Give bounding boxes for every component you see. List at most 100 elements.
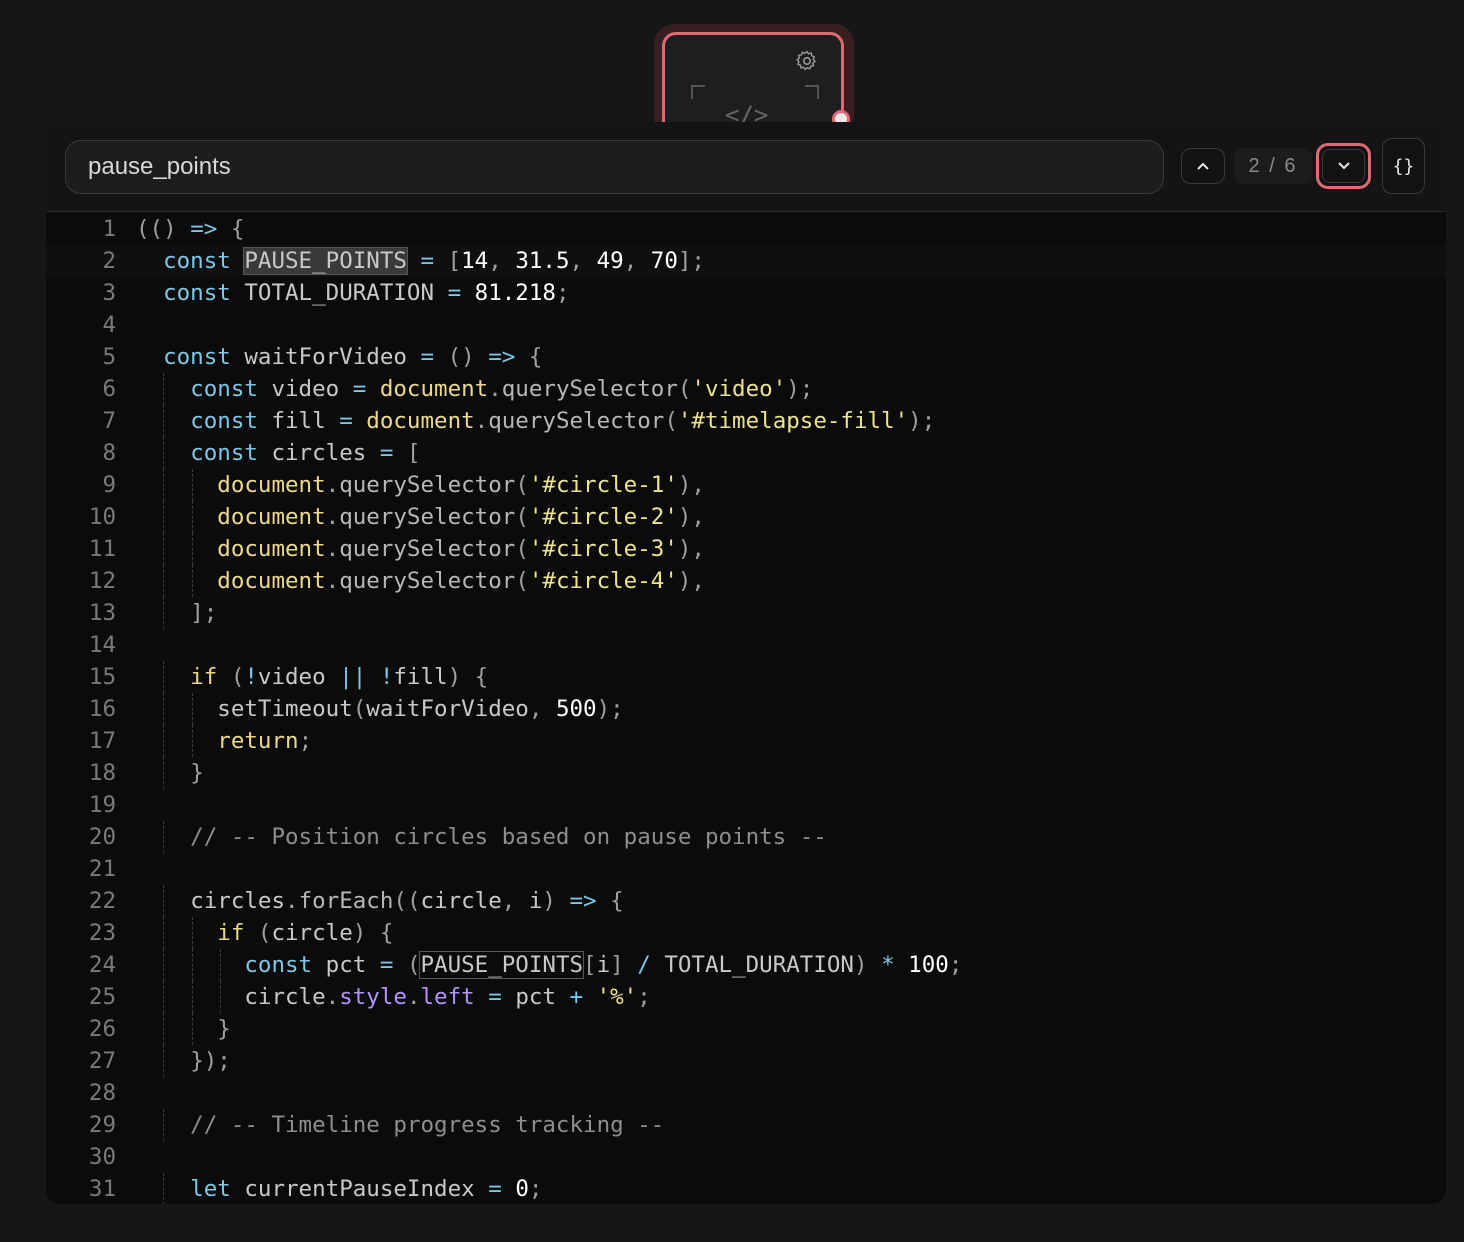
code-line[interactable]: 16 setTimeout(waitForVideo, 500);	[46, 693, 1446, 725]
code-line[interactable]: 9 document.querySelector('#circle-1'),	[46, 469, 1446, 501]
line-number: 29	[88, 1112, 116, 1138]
line-number: 27	[88, 1048, 116, 1074]
code-line[interactable]: 20 // -- Position circles based on pause…	[46, 821, 1446, 853]
line-number: 2	[102, 248, 116, 274]
line-number: 12	[88, 568, 116, 594]
line-number: 9	[102, 472, 116, 498]
line-number: 1	[102, 216, 116, 242]
previous-match-button[interactable]	[1181, 148, 1225, 184]
code-text: return;	[217, 728, 313, 754]
line-number: 20	[88, 824, 116, 850]
code-text: circle.style.left = pct + '%';	[244, 984, 651, 1010]
code-text: // -- Timeline progress tracking --	[136, 1112, 665, 1138]
search-input[interactable]	[65, 140, 1164, 194]
code-text: let currentPauseIndex = 0;	[190, 1176, 543, 1202]
code-text: // -- Position circles based on pause po…	[136, 824, 827, 850]
code-text: const video = document.querySelector('vi…	[190, 376, 814, 402]
code-line[interactable]: 6 const video = document.querySelector('…	[46, 373, 1446, 405]
code-editor-panel: 2 / 6 {} 1 (() => { 2 const PAUSE_POINTS =…	[46, 122, 1446, 1204]
code-text: setTimeout(waitForVideo, 500);	[217, 696, 624, 722]
code-text: (() => {	[136, 216, 245, 242]
line-number: 7	[102, 408, 116, 434]
code-line[interactable]: 31 let currentPauseIndex = 0;	[46, 1173, 1446, 1204]
next-match-button[interactable]	[1316, 143, 1371, 189]
code-text: circles.forEach((circle, i) => {	[190, 888, 624, 914]
match-counter: 2 / 6	[1234, 148, 1312, 184]
chevron-up-icon	[1197, 162, 1209, 170]
code-text: const fill = document.querySelector('#ti…	[190, 408, 936, 434]
line-number: 13	[88, 600, 116, 626]
code-line[interactable]: 25 circle.style.left = pct + '%';	[46, 981, 1446, 1013]
line-number: 10	[88, 504, 116, 530]
line-number: 8	[102, 440, 116, 466]
code-text: }	[217, 1016, 231, 1042]
code-line[interactable]: 28	[46, 1077, 1446, 1109]
code-line[interactable]: 27 });	[46, 1045, 1446, 1077]
code-text: }	[190, 760, 204, 786]
line-number: 22	[88, 888, 116, 914]
line-number: 25	[88, 984, 116, 1010]
search-bar: 2 / 6 {}	[46, 122, 1446, 212]
code-line[interactable]: 29 // -- Timeline progress tracking --	[46, 1109, 1446, 1141]
code-text: const waitForVideo = () => {	[163, 344, 543, 370]
code-text: document.querySelector('#circle-4'),	[217, 568, 705, 594]
line-number: 30	[88, 1144, 116, 1170]
line-number: 28	[88, 1080, 116, 1106]
code-text: });	[190, 1048, 231, 1074]
code-line[interactable]: 7 const fill = document.querySelector('#…	[46, 405, 1446, 437]
line-number: 16	[88, 696, 116, 722]
code-line[interactable]: 14	[46, 629, 1446, 661]
code-line[interactable]: 24 const pct = (PAUSE_POINTS[i] / TOTAL_…	[46, 949, 1446, 981]
code-text: document.querySelector('#circle-3'),	[217, 536, 705, 562]
code-line[interactable]: 22 circles.forEach((circle, i) => {	[46, 885, 1446, 917]
code-line[interactable]: 17 return;	[46, 725, 1446, 757]
code-line[interactable]: 26 }	[46, 1013, 1446, 1045]
line-number: 3	[102, 280, 116, 306]
code-text: const PAUSE_POINTS = [14, 31.5, 49, 70];	[163, 247, 705, 275]
line-number: 15	[88, 664, 116, 690]
code-text: const circles = [	[190, 440, 421, 466]
code-text: const pct = (PAUSE_POINTS[i] / TOTAL_DUR…	[244, 951, 963, 979]
code-line[interactable]: 5 const waitForVideo = () => {	[46, 341, 1446, 373]
code-line[interactable]: 1 (() => {	[46, 213, 1446, 245]
corner-bracket-icon	[691, 85, 705, 99]
code-line[interactable]: 4	[46, 309, 1446, 341]
code-text: const TOTAL_DURATION = 81.218;	[163, 280, 570, 306]
code-line[interactable]: 19	[46, 789, 1446, 821]
line-number: 21	[88, 856, 116, 882]
chevron-down-icon	[1337, 162, 1350, 170]
code-line[interactable]: 21	[46, 853, 1446, 885]
code-line[interactable]: 15 if (!video || !fill) {	[46, 661, 1446, 693]
code-line[interactable]: 8 const circles = [	[46, 437, 1446, 469]
line-number: 24	[88, 952, 116, 978]
code-line[interactable]: 10 document.querySelector('#circle-2'),	[46, 501, 1446, 533]
code-line[interactable]: 3 const TOTAL_DURATION = 81.218;	[46, 277, 1446, 309]
code-line[interactable]: 18 }	[46, 757, 1446, 789]
format-code-button[interactable]: {}	[1382, 138, 1425, 194]
code-line[interactable]: 2 const PAUSE_POINTS = [14, 31.5, 49, 70…	[46, 245, 1446, 277]
code-line[interactable]: 11 document.querySelector('#circle-3'),	[46, 533, 1446, 565]
line-number: 18	[88, 760, 116, 786]
code-line[interactable]: 13 ];	[46, 597, 1446, 629]
code-text: document.querySelector('#circle-2'),	[217, 504, 705, 530]
corner-bracket-icon	[805, 85, 819, 99]
code-line[interactable]: 30	[46, 1141, 1446, 1173]
line-number: 23	[88, 920, 116, 946]
code-text: document.querySelector('#circle-1'),	[217, 472, 705, 498]
code-line[interactable]: 12 document.querySelector('#circle-4'),	[46, 565, 1446, 597]
line-number: 26	[88, 1016, 116, 1042]
line-number: 14	[88, 632, 116, 658]
code-text: if (!video || !fill) {	[190, 664, 489, 690]
line-number: 11	[88, 536, 116, 562]
line-number: 5	[102, 344, 116, 370]
code-line[interactable]: 23 if (circle) {	[46, 917, 1446, 949]
line-number: 6	[102, 376, 116, 402]
code-node-card[interactable]: </>	[654, 24, 854, 158]
line-number: 19	[88, 792, 116, 818]
line-number: 4	[102, 312, 116, 338]
gear-icon[interactable]	[795, 49, 819, 73]
line-number: 31	[88, 1176, 116, 1202]
code-text: ];	[190, 600, 218, 626]
code-area[interactable]: 1 (() => { 2 const PAUSE_POINTS = [14, 31.…	[46, 213, 1446, 1204]
line-number: 17	[88, 728, 116, 754]
